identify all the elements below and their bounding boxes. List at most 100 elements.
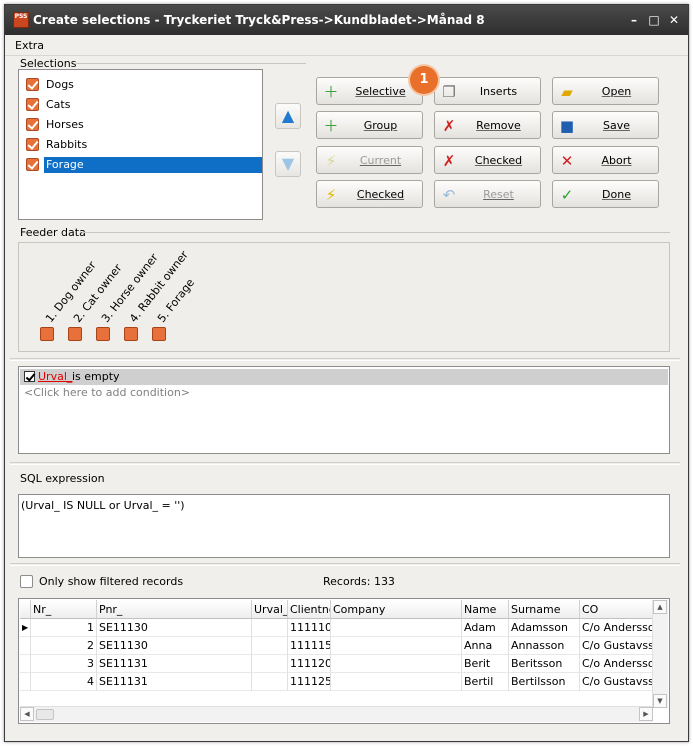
grid-cell[interactable]: Berit	[462, 655, 509, 673]
grid-cell[interactable]: 111110	[288, 619, 331, 637]
scroll-left-icon[interactable]: ◀	[20, 707, 34, 721]
list-item[interactable]: Dogs	[20, 74, 262, 94]
only-filtered-checkbox[interactable]	[20, 575, 33, 588]
column-header[interactable]: CO	[580, 600, 654, 619]
grid-cell[interactable]: 4	[31, 673, 97, 691]
grid-cell[interactable]: Beritsson	[509, 655, 580, 673]
inserts-button[interactable]: ❐ Inserts	[434, 77, 541, 105]
list-item[interactable]: Cats	[20, 94, 262, 114]
feeder-toggle[interactable]	[96, 327, 110, 341]
feeder-toggle[interactable]	[40, 327, 54, 341]
column-header[interactable]: Clientno	[288, 600, 331, 619]
column-header[interactable]: Company	[331, 600, 462, 619]
column-header[interactable]: Surname	[509, 600, 580, 619]
scroll-thumb[interactable]	[36, 709, 54, 720]
list-item-selected[interactable]: Forage	[20, 154, 262, 174]
check-icon[interactable]	[26, 118, 39, 131]
grid-cell[interactable]: C/o Andersson	[580, 655, 654, 673]
grid-cell[interactable]: Annasson	[509, 637, 580, 655]
menu-extra[interactable]: Extra	[15, 39, 44, 52]
abort-button[interactable]: ✕ Abort	[552, 146, 659, 174]
grid-cell[interactable]: SE11130	[97, 637, 252, 655]
grid-cell[interactable]: 3	[31, 655, 97, 673]
add-condition-placeholder[interactable]: <Click here to add condition>	[24, 386, 190, 399]
grid-cell[interactable]	[331, 673, 462, 691]
grid-cell[interactable]	[252, 673, 288, 691]
grid-cell[interactable]: Adam	[462, 619, 509, 637]
sql-expression-text: (Urval_ IS NULL or Urval_ = '')	[21, 499, 185, 512]
grid-cell[interactable]: SE11131	[97, 655, 252, 673]
scroll-down-icon[interactable]: ▼	[653, 694, 667, 708]
column-header[interactable]: Urval_	[252, 600, 288, 619]
button-label: Remove	[476, 119, 521, 132]
scroll-up-icon[interactable]: ▲	[653, 600, 667, 614]
column-header[interactable]: Nr_	[31, 600, 97, 619]
grid-cell[interactable]: Bertil	[462, 673, 509, 691]
feeder-toggle[interactable]	[68, 327, 82, 341]
only-filtered-label[interactable]: Only show filtered records	[39, 575, 183, 588]
splitter[interactable]	[10, 358, 680, 361]
splitter[interactable]	[10, 563, 680, 566]
records-count: Records: 133	[323, 575, 395, 588]
grid-cell[interactable]: SE11130	[97, 619, 252, 637]
filter-field-link[interactable]: Urval_	[38, 370, 72, 383]
feeder-toggle[interactable]	[124, 327, 138, 341]
filter-row[interactable]: Urval_ is empty	[20, 369, 668, 385]
grid-cell[interactable]: C/o Andersson	[580, 619, 654, 637]
done-button[interactable]: ✓ Done	[552, 180, 659, 208]
divider	[82, 232, 670, 233]
grid-cell[interactable]: C/o Gustavsson	[580, 637, 654, 655]
selections-list[interactable]: Dogs Cats Horses Rabbits Forage	[18, 69, 263, 220]
grid-cell[interactable]	[331, 637, 462, 655]
check-icon[interactable]	[26, 138, 39, 151]
check-icon[interactable]	[26, 98, 39, 111]
grid-cell[interactable]: 2	[31, 637, 97, 655]
open-button[interactable]: ▰ Open	[552, 77, 659, 105]
save-button[interactable]: ■ Save	[552, 111, 659, 139]
filter-condition-editor[interactable]: Urval_ is empty <Click here to add condi…	[18, 366, 670, 454]
reset-button[interactable]: ↶ Reset	[434, 180, 541, 208]
grid-cell[interactable]: 1	[31, 619, 97, 637]
group-button[interactable]: ＋ Group	[316, 111, 423, 139]
grid-cell[interactable]	[252, 637, 288, 655]
check-icon[interactable]	[26, 158, 39, 171]
horizontal-scrollbar[interactable]: ◀ ▶	[20, 706, 653, 722]
current-button[interactable]: ⚡ Current	[316, 146, 423, 174]
filter-operator[interactable]: is empty	[72, 370, 120, 383]
list-item[interactable]: Rabbits	[20, 134, 262, 154]
remove-button[interactable]: ✗ Remove	[434, 111, 541, 139]
grid-cell[interactable]: 111120	[288, 655, 331, 673]
grid-cell[interactable]: C/o Gustavsson	[580, 673, 654, 691]
title-bar[interactable]: PSS Create selections - Tryckeriet Tryck…	[5, 5, 688, 35]
grid-cell[interactable]	[252, 619, 288, 637]
feeder-toggle[interactable]	[152, 327, 166, 341]
column-header[interactable]: Pnr_	[97, 600, 252, 619]
grid-cell[interactable]: Bertilsson	[509, 673, 580, 691]
records-grid[interactable]: Nr_ Pnr_ Urval_ Clientno Company Name Su…	[18, 598, 670, 724]
close-button[interactable]: ✕	[667, 13, 681, 27]
list-item[interactable]: Horses	[20, 114, 262, 134]
grid-cell[interactable]	[252, 655, 288, 673]
button-label: Done	[602, 188, 631, 201]
selective-button[interactable]: ＋ Selective	[316, 77, 423, 105]
sql-expression-box[interactable]: (Urval_ IS NULL or Urval_ = '')	[18, 494, 670, 558]
filter-checkbox[interactable]	[24, 371, 35, 382]
grid-cell[interactable]	[331, 619, 462, 637]
maximize-button[interactable]: □	[647, 13, 661, 27]
checked-apply-button[interactable]: ⚡ Checked	[316, 180, 423, 208]
move-up-button[interactable]: ▲	[275, 103, 301, 129]
minimize-button[interactable]: –	[627, 13, 641, 27]
grid-cell[interactable]: Adamsson	[509, 619, 580, 637]
grid-cell[interactable]: Anna	[462, 637, 509, 655]
move-down-button[interactable]: ▼	[275, 151, 301, 177]
scroll-right-icon[interactable]: ▶	[639, 707, 653, 721]
grid-cell[interactable]: 111125	[288, 673, 331, 691]
check-icon[interactable]	[26, 78, 39, 91]
grid-cell[interactable]	[331, 655, 462, 673]
grid-cell[interactable]: 111115	[288, 637, 331, 655]
splitter[interactable]	[10, 462, 680, 465]
grid-cell[interactable]: SE11131	[97, 673, 252, 691]
vertical-scrollbar[interactable]: ▲ ▼	[652, 600, 668, 708]
column-header[interactable]: Name	[462, 600, 509, 619]
checked-remove-button[interactable]: ✗ Checked	[434, 146, 541, 174]
